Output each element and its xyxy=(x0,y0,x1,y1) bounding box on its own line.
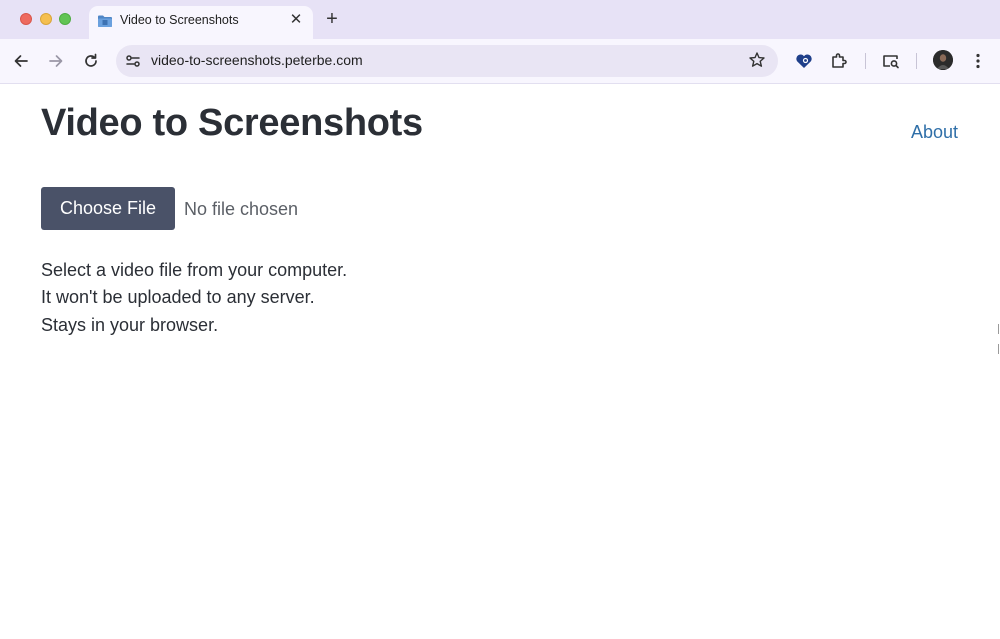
file-status-text: No file chosen xyxy=(184,199,299,219)
tab-strip: Video to Screenshots ✕ + xyxy=(0,0,1000,39)
description-line-2: It won't be uploaded to any server. xyxy=(41,287,315,307)
toolbar-divider xyxy=(865,53,866,69)
new-tab-button[interactable]: + xyxy=(323,9,341,29)
description-line-3: Stays in your browser. xyxy=(41,315,219,335)
browser-toolbar: video-to-screenshots.peterbe.com xyxy=(0,39,1000,84)
folder-icon xyxy=(98,15,112,27)
description-line-1: Select a video file from your computer. xyxy=(41,260,348,280)
extensions-puzzle-icon[interactable] xyxy=(829,51,849,71)
url-text[interactable]: video-to-screenshots.peterbe.com xyxy=(151,52,363,68)
tab-close-icon[interactable]: ✕ xyxy=(288,12,304,28)
back-arrow-icon[interactable] xyxy=(11,51,31,71)
about-link[interactable]: About xyxy=(911,122,958,143)
close-window-button[interactable] xyxy=(20,13,32,25)
toolbar-divider xyxy=(916,53,917,69)
tab-title: Video to Screenshots xyxy=(120,13,239,27)
page-content: Video to Screenshots About Choose File N… xyxy=(0,84,1000,639)
forward-arrow-icon[interactable] xyxy=(46,51,66,71)
reload-icon[interactable] xyxy=(81,51,101,71)
site-settings-icon[interactable] xyxy=(124,52,142,70)
extension-heart-icon[interactable] xyxy=(794,51,814,71)
profile-photo-icon xyxy=(933,50,953,70)
tab-active[interactable]: Video to Screenshots ✕ xyxy=(89,6,313,39)
maximize-window-button[interactable] xyxy=(59,13,71,25)
tab-search-icon[interactable] xyxy=(881,51,901,71)
choose-file-button[interactable]: Choose File xyxy=(41,187,175,230)
profile-avatar[interactable] xyxy=(933,50,953,70)
page-title: Video to Screenshots xyxy=(41,102,423,144)
address-bar[interactable]: video-to-screenshots.peterbe.com xyxy=(116,45,778,77)
more-menu-icon[interactable] xyxy=(968,51,988,71)
bookmark-star-icon[interactable] xyxy=(748,51,766,69)
minimize-window-button[interactable] xyxy=(40,13,52,25)
